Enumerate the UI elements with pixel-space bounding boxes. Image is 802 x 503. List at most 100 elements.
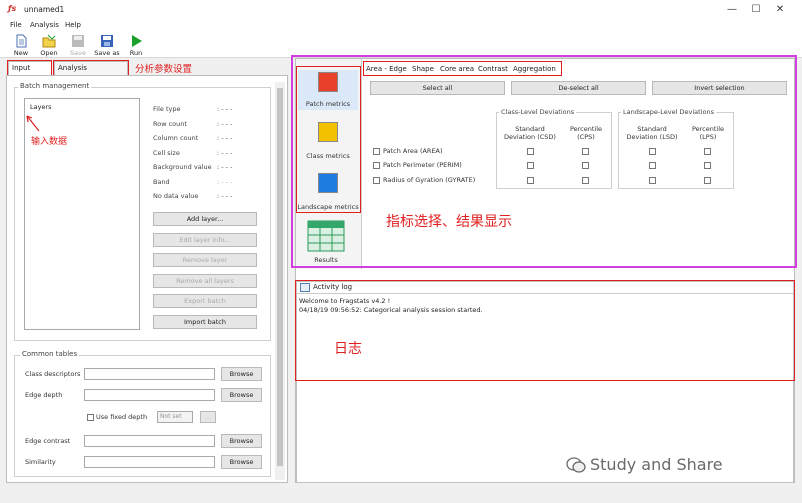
invert-selection-button[interactable]: Invert selection <box>652 81 787 95</box>
edge-contrast-browse-button[interactable]: Browse <box>221 434 262 448</box>
area-lps-checkbox[interactable] <box>704 148 711 155</box>
edge-depth-label: Edge depth <box>25 391 63 399</box>
maximize-button[interactable]: ☐ <box>744 1 768 19</box>
new-file-icon <box>14 34 28 48</box>
save-button[interactable]: Save <box>67 34 89 57</box>
info-label: No data value <box>153 192 199 200</box>
landscape-metrics-icon <box>318 173 338 193</box>
perim-lps-checkbox[interactable] <box>704 162 711 169</box>
cps-header: Percentile (CPS) <box>569 125 603 141</box>
open-button[interactable]: Open <box>38 34 60 57</box>
edge-contrast-field[interactable] <box>84 435 215 447</box>
patch-metrics-label: Patch metrics <box>305 100 351 108</box>
metric-gyrate-label: Radius of Gyration (GYRATE) <box>383 176 476 184</box>
tab-contrast[interactable]: Contrast <box>478 63 508 75</box>
activity-log-tab[interactable]: Activity log <box>313 283 352 291</box>
tab-aggregation[interactable]: Aggregation <box>513 63 556 75</box>
select-all-button[interactable]: Select all <box>370 81 505 95</box>
edit-layer-info-button[interactable]: Edit layer info... <box>153 233 257 247</box>
landscape-metrics-label: Landscape metrics <box>297 203 359 211</box>
landscape-metrics-button[interactable]: Landscape metrics <box>297 173 359 211</box>
csd-header: Standard Deviation (CSD) <box>504 125 556 141</box>
gyrate-lps-checkbox[interactable] <box>704 177 711 184</box>
log-line: Welcome to Fragstats v4.2 ! <box>299 297 391 305</box>
remove-layer-button[interactable]: Remove layer <box>153 253 257 267</box>
add-layer-button[interactable]: Add layer... <box>153 212 257 226</box>
remove-all-layers-button[interactable]: Remove all layers <box>153 274 257 288</box>
tab-core-area[interactable]: Core area <box>440 63 474 75</box>
edge-depth-browse-button[interactable]: Browse <box>221 388 262 402</box>
class-metrics-button[interactable]: Class metrics <box>298 122 358 160</box>
results-table-icon <box>302 220 350 254</box>
class-metrics-icon <box>318 122 338 142</box>
class-descriptors-browse-button[interactable]: Browse <box>221 367 262 381</box>
minimize-button[interactable]: — <box>720 1 744 19</box>
save-as-label: Save as <box>94 49 120 57</box>
import-batch-button[interactable]: Import batch <box>153 315 257 329</box>
metric-gyrate-checkbox[interactable] <box>373 177 380 184</box>
landscape-deviations-legend: Landscape-Level Deviations <box>621 108 716 116</box>
layers-header: Layers <box>30 103 52 111</box>
fixed-depth-field[interactable]: Not set <box>157 411 193 423</box>
watermark: Study and Share <box>590 455 723 474</box>
annotation-arrow <box>22 112 42 136</box>
area-cps-checkbox[interactable] <box>582 148 589 155</box>
info-no-data-value: No data value : - - - <box>153 192 232 200</box>
batch-management-legend: Batch management <box>18 82 92 90</box>
menu-help[interactable]: Help <box>65 21 81 29</box>
fragstats-logo-icon: ƒs <box>8 4 17 13</box>
patch-metrics-button[interactable]: Patch metrics <box>298 70 358 110</box>
perim-csd-checkbox[interactable] <box>527 162 534 169</box>
menu-analysis[interactable]: Analysis <box>30 21 59 29</box>
class-deviations-legend: Class-Level Deviations <box>499 108 577 116</box>
save-disk-icon <box>71 34 85 48</box>
info-cell-size: Cell size: - - - <box>153 149 232 157</box>
similarity-browse-button[interactable]: Browse <box>221 455 262 469</box>
results-button[interactable]: Results <box>302 220 350 264</box>
results-label: Results <box>314 256 338 264</box>
area-lsd-checkbox[interactable] <box>649 148 656 155</box>
menu-file[interactable]: File <box>10 21 22 29</box>
perim-lsd-checkbox[interactable] <box>649 162 656 169</box>
info-label: Band <box>153 178 170 186</box>
scrollbar-thumb[interactable] <box>277 88 283 466</box>
gyrate-lsd-checkbox[interactable] <box>649 177 656 184</box>
tab-shape[interactable]: Shape <box>412 63 434 75</box>
use-fixed-depth-label: Use fixed depth <box>96 413 148 421</box>
gyrate-csd-checkbox[interactable] <box>527 177 534 184</box>
gyrate-cps-checkbox[interactable] <box>582 177 589 184</box>
perim-cps-checkbox[interactable] <box>582 162 589 169</box>
info-value: : - - - <box>217 192 233 200</box>
area-csd-checkbox[interactable] <box>527 148 534 155</box>
run-button[interactable]: Run <box>127 34 145 57</box>
tab-area-edge[interactable]: Area - Edge <box>366 63 407 75</box>
info-label: File type <box>153 105 181 113</box>
open-label: Open <box>40 49 58 57</box>
tab-analysis-parameters[interactable]: Analysis parameters <box>54 61 128 85</box>
metric-area-checkbox[interactable] <box>373 148 380 155</box>
info-file-type: File type: - - - <box>153 105 232 113</box>
window-title: unnamed1 <box>24 5 65 14</box>
new-button[interactable]: New <box>11 34 31 57</box>
deselect-all-button[interactable]: De-select all <box>511 81 646 95</box>
log-icon <box>300 283 310 292</box>
wechat-icon <box>566 456 586 476</box>
open-folder-icon <box>42 34 56 48</box>
similarity-field[interactable] <box>84 456 215 468</box>
new-label: New <box>13 49 29 57</box>
info-band: Band: - - - <box>153 178 232 186</box>
run-label: Run <box>129 49 143 57</box>
class-descriptors-field[interactable] <box>84 368 215 380</box>
save-as-button[interactable]: Save as <box>93 34 121 57</box>
close-button[interactable]: ✕ <box>768 1 792 19</box>
tab-input-layers[interactable]: Input layers <box>8 61 52 85</box>
fixed-depth-ellipsis-button[interactable]: ... <box>200 411 216 423</box>
edge-depth-field[interactable] <box>84 389 215 401</box>
left-panel-scrollbar[interactable] <box>275 82 285 480</box>
export-batch-button[interactable]: Export batch <box>153 294 257 308</box>
use-fixed-depth-checkbox[interactable] <box>87 414 94 421</box>
annotation-input: 输入数据 <box>31 137 68 147</box>
log-divider <box>297 293 793 294</box>
info-column-count: Column count: - - - <box>153 134 232 142</box>
metric-perim-checkbox[interactable] <box>373 162 380 169</box>
